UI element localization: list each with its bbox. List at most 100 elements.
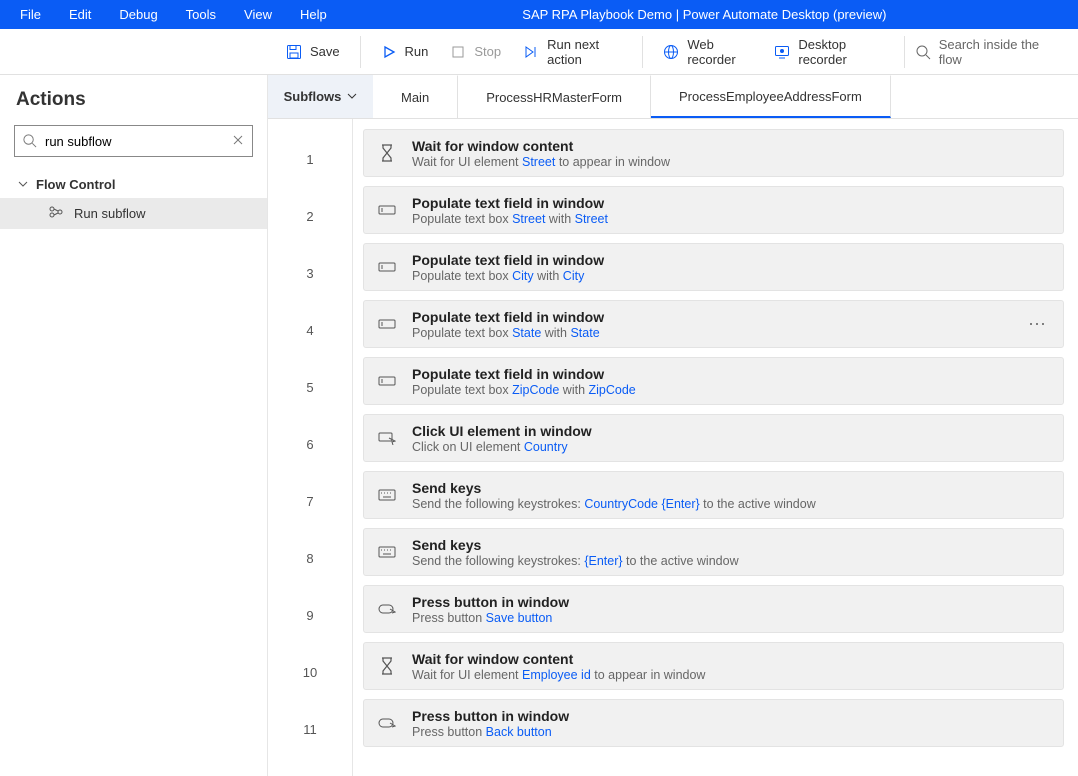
step-row[interactable]: Press button in windowPress button Save … xyxy=(363,585,1064,633)
step-row[interactable]: Send keysSend the following keystrokes: … xyxy=(363,471,1064,519)
monitor-icon xyxy=(774,44,790,60)
line-number: 6 xyxy=(268,416,352,473)
run-next-button[interactable]: Run next action xyxy=(513,31,632,73)
search-icon xyxy=(915,44,931,60)
run-button[interactable]: Run xyxy=(371,38,439,66)
step-description: Send the following keystrokes: {Enter} t… xyxy=(412,554,1053,568)
line-number: 4 xyxy=(268,302,352,359)
tab-processhrmasterform[interactable]: ProcessHRMasterForm xyxy=(458,75,651,118)
step-text: Populate text field in windowPopulate te… xyxy=(412,252,1053,283)
menu-bar: FileEditDebugToolsViewHelp xyxy=(8,3,339,26)
step-title: Wait for window content xyxy=(412,138,1053,154)
step-text: Populate text field in windowPopulate te… xyxy=(412,366,1053,397)
run-next-label: Run next action xyxy=(547,37,622,67)
step-title: Press button in window xyxy=(412,594,1053,610)
step-row[interactable]: Press button in windowPress button Back … xyxy=(363,699,1064,747)
clear-icon[interactable] xyxy=(231,133,245,150)
chevron-down-icon xyxy=(347,89,357,104)
step-row[interactable]: Wait for window contentWait for UI eleme… xyxy=(363,642,1064,690)
line-number: 2 xyxy=(268,188,352,245)
step-title: Click UI element in window xyxy=(412,423,1053,439)
step-text: Click UI element in windowClick on UI el… xyxy=(412,423,1053,454)
stop-button[interactable]: Stop xyxy=(440,38,511,66)
web-recorder-label: Web recorder xyxy=(687,37,752,67)
menu-view[interactable]: View xyxy=(232,3,284,26)
steps-editor: 1234567891011 Wait for window contentWai… xyxy=(268,119,1078,776)
menu-tools[interactable]: Tools xyxy=(174,3,228,26)
textbox-icon xyxy=(378,315,396,333)
step-title: Send keys xyxy=(412,480,1053,496)
step-text: Press button in windowPress button Back … xyxy=(412,708,1053,739)
hourglass-icon xyxy=(378,144,396,162)
step-text: Wait for window contentWait for UI eleme… xyxy=(412,138,1053,169)
step-text: Send keysSend the following keystrokes: … xyxy=(412,537,1053,568)
line-number: 5 xyxy=(268,359,352,416)
click-icon xyxy=(378,429,396,447)
run-label: Run xyxy=(405,44,429,59)
tab-processemployeeaddressform[interactable]: ProcessEmployeeAddressForm xyxy=(651,75,891,118)
step-description: Wait for UI element Employee id to appea… xyxy=(412,668,1053,682)
save-button[interactable]: Save xyxy=(276,38,350,66)
save-label: Save xyxy=(310,44,340,59)
step-row[interactable]: Populate text field in windowPopulate te… xyxy=(363,300,1064,348)
step-row[interactable]: Populate text field in windowPopulate te… xyxy=(363,357,1064,405)
step-text: Populate text field in windowPopulate te… xyxy=(412,195,1053,226)
actions-title: Actions xyxy=(0,75,267,121)
tree-item-run-subflow[interactable]: Run subflow xyxy=(0,198,267,229)
step-row[interactable]: Click UI element in windowClick on UI el… xyxy=(363,414,1064,462)
step-description: Populate text box City with City xyxy=(412,269,1053,283)
line-number: 1 xyxy=(268,131,352,188)
line-number: 8 xyxy=(268,530,352,587)
flow-search[interactable]: Search inside the flow xyxy=(915,37,1066,67)
line-gutter: 1234567891011 xyxy=(268,119,353,776)
tree-item-label: Run subflow xyxy=(74,206,146,221)
desktop-recorder-button[interactable]: Desktop recorder xyxy=(764,31,891,73)
stop-icon xyxy=(450,44,466,60)
step-text: Press button in windowPress button Save … xyxy=(412,594,1053,625)
step-icon xyxy=(523,44,539,60)
step-description: Populate text box Street with Street xyxy=(412,212,1053,226)
step-title: Wait for window content xyxy=(412,651,1053,667)
step-title: Populate text field in window xyxy=(412,366,1053,382)
web-recorder-button[interactable]: Web recorder xyxy=(653,31,762,73)
step-row[interactable]: Populate text field in windowPopulate te… xyxy=(363,186,1064,234)
textbox-icon xyxy=(378,258,396,276)
step-row[interactable]: Populate text field in windowPopulate te… xyxy=(363,243,1064,291)
subflows-label: Subflows xyxy=(284,89,342,104)
step-title: Press button in window xyxy=(412,708,1053,724)
actions-search-input[interactable] xyxy=(14,125,253,157)
editor-area: Subflows MainProcessHRMasterFormProcessE… xyxy=(268,75,1078,776)
step-text: Populate text field in windowPopulate te… xyxy=(412,309,1006,340)
line-number: 11 xyxy=(268,701,352,758)
textbox-icon xyxy=(378,372,396,390)
step-description: Populate text box ZipCode with ZipCode xyxy=(412,383,1053,397)
more-icon[interactable]: ⋯ xyxy=(1022,314,1053,335)
button-icon xyxy=(378,714,396,732)
tree-group-label: Flow Control xyxy=(36,177,115,192)
step-description: Send the following keystrokes: CountryCo… xyxy=(412,497,1053,511)
menu-edit[interactable]: Edit xyxy=(57,3,103,26)
button-icon xyxy=(378,600,396,618)
play-icon xyxy=(381,44,397,60)
line-number: 7 xyxy=(268,473,352,530)
step-row[interactable]: Wait for window contentWait for UI eleme… xyxy=(363,129,1064,177)
actions-panel: Actions Flow Control Run subflow xyxy=(0,75,268,776)
menu-file[interactable]: File xyxy=(8,3,53,26)
tabs-row: Subflows MainProcessHRMasterFormProcessE… xyxy=(268,75,1078,119)
keyboard-icon xyxy=(378,543,396,561)
subflows-dropdown[interactable]: Subflows xyxy=(268,75,373,118)
hourglass-icon xyxy=(378,657,396,675)
line-number: 3 xyxy=(268,245,352,302)
step-description: Press button Back button xyxy=(412,725,1053,739)
tab-main[interactable]: Main xyxy=(373,75,458,118)
step-title: Send keys xyxy=(412,537,1053,553)
menu-help[interactable]: Help xyxy=(288,3,339,26)
subflow-icon xyxy=(48,205,64,222)
keyboard-icon xyxy=(378,486,396,504)
tree-group-flow-control[interactable]: Flow Control xyxy=(0,171,267,198)
menu-debug[interactable]: Debug xyxy=(107,3,169,26)
step-description: Click on UI element Country xyxy=(412,440,1053,454)
textbox-icon xyxy=(378,201,396,219)
step-text: Send keysSend the following keystrokes: … xyxy=(412,480,1053,511)
step-row[interactable]: Send keysSend the following keystrokes: … xyxy=(363,528,1064,576)
